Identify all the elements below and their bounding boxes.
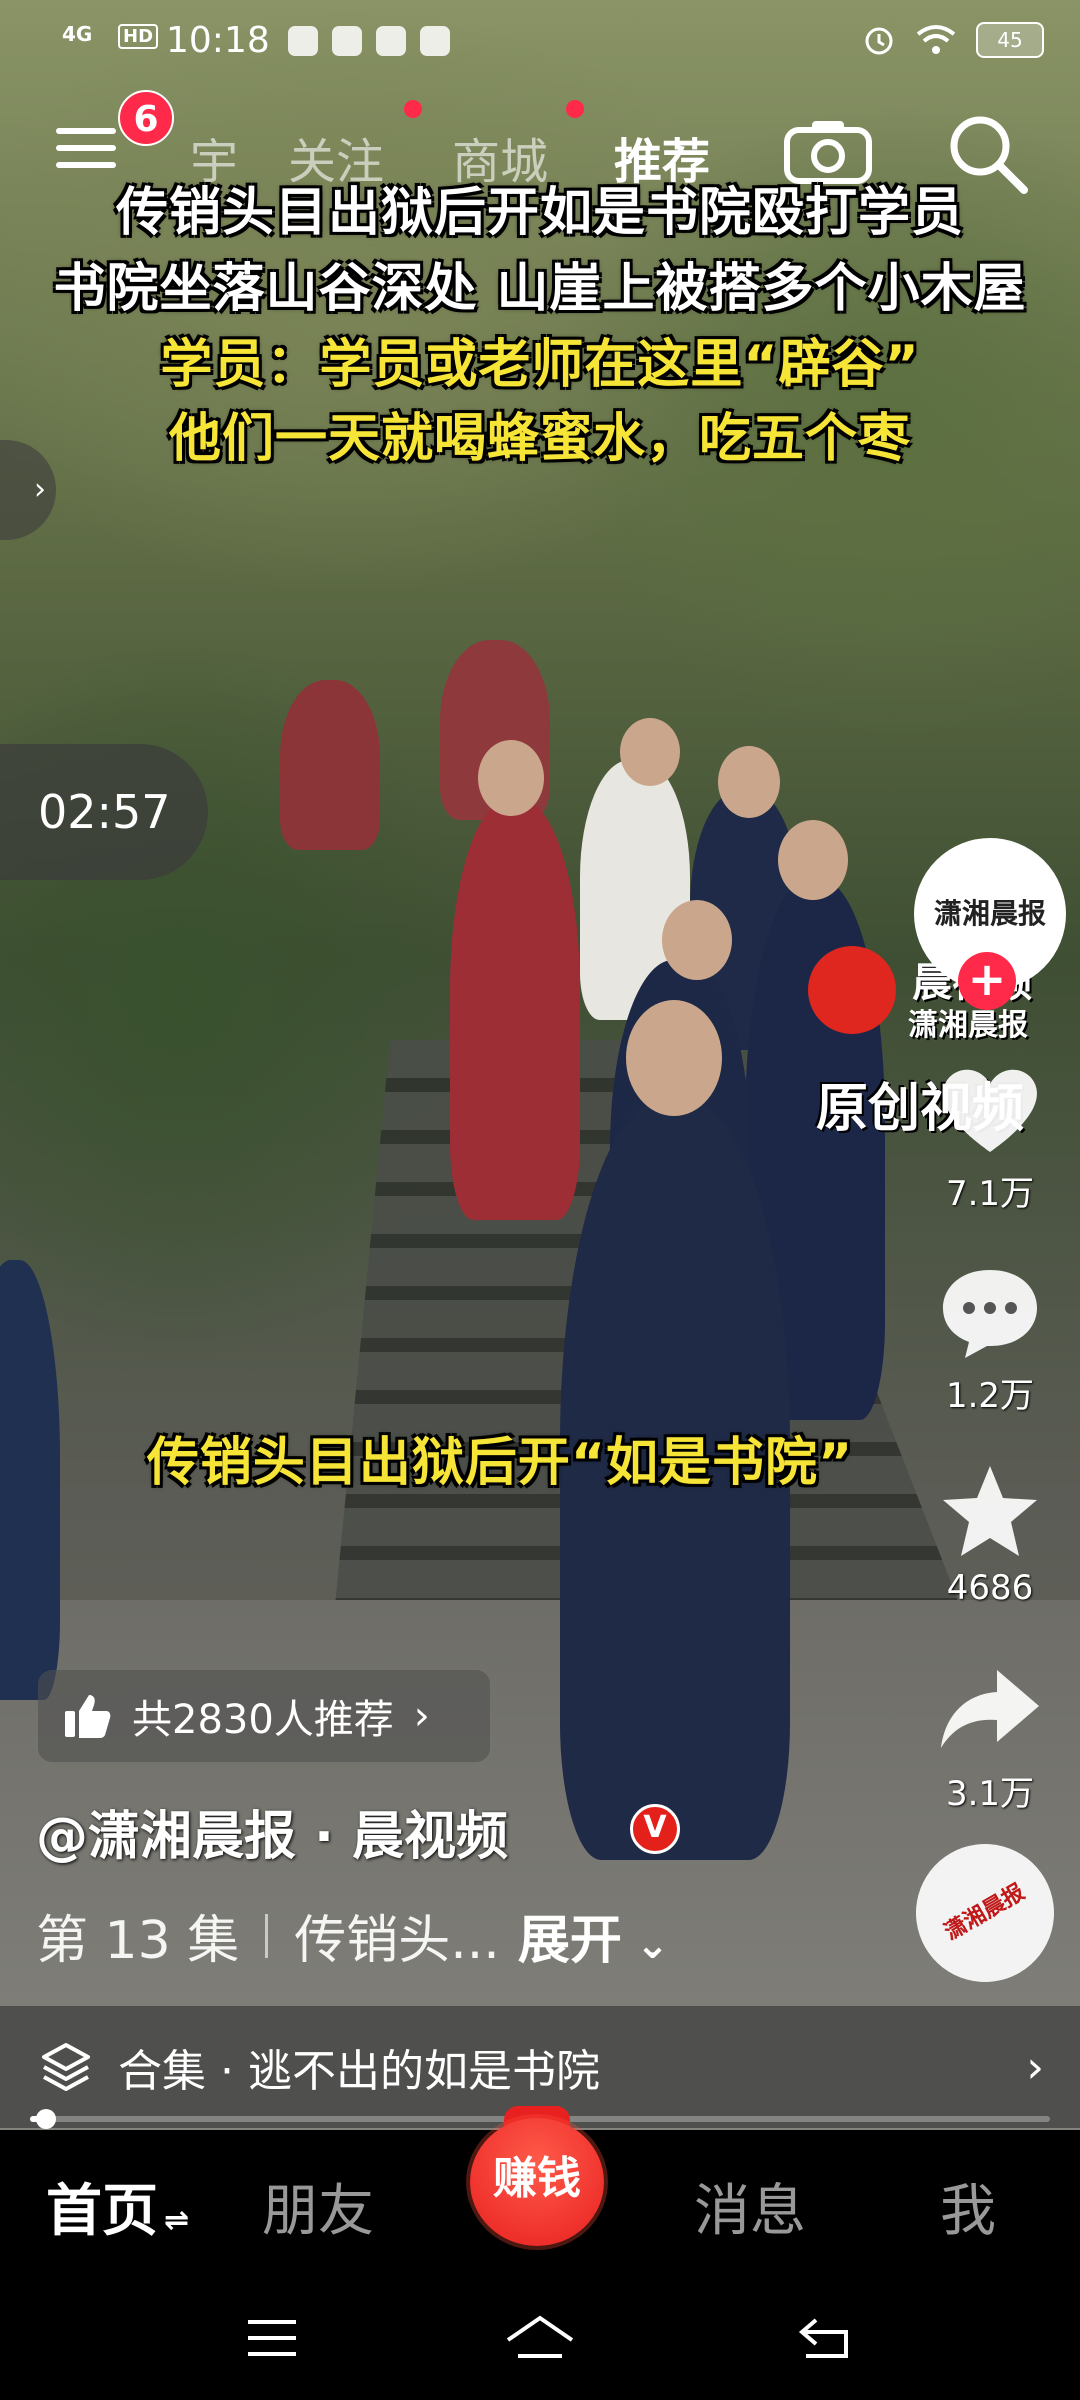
caption-middle: 传销头目出狱后开“如是书院” xyxy=(146,1433,854,1493)
tab-follow-dot xyxy=(404,100,422,118)
chevron-down-icon: ⌄ xyxy=(621,1922,670,1968)
menu-icon[interactable] xyxy=(56,128,116,172)
author-name[interactable]: @潇湘晨报 · 晨视频 xyxy=(36,1794,508,1869)
comment-icon xyxy=(943,1270,1037,1358)
recommend-text: 共2830人推荐 xyxy=(132,1697,394,1743)
comment-count: 1.2万 xyxy=(945,1376,1035,1416)
status-bar: 4G HD 10:18 45 xyxy=(0,0,1080,86)
video-person-head xyxy=(662,900,732,980)
network-indicator: 4G xyxy=(62,22,93,46)
video-duration: 02:57 xyxy=(0,744,208,880)
home-icon[interactable] xyxy=(504,2310,576,2366)
app-icon xyxy=(288,26,318,56)
caption-line-1: 传销头目出狱后开如是书院殴打学员 xyxy=(115,183,964,243)
caption-line-4: 他们一天就喝蜂蜜水，吃五个枣 xyxy=(168,409,911,469)
follow-button[interactable]: + xyxy=(958,952,1016,1010)
tab-mall-dot xyxy=(566,100,584,118)
status-right: 45 xyxy=(862,22,1044,58)
back-icon[interactable] xyxy=(796,2310,856,2366)
favorite-button[interactable]: 4686 xyxy=(920,1462,1060,1608)
heart-icon xyxy=(943,1069,1037,1152)
video-person xyxy=(450,800,580,1220)
share-button[interactable]: 3.1万 xyxy=(920,1660,1060,1815)
app-icon xyxy=(332,26,362,56)
thumbs-up-icon xyxy=(65,1695,111,1738)
video-person-head xyxy=(620,718,680,786)
alarm-icon xyxy=(865,27,893,55)
watermark-subtitle: 潇湘晨报 xyxy=(908,1008,1028,1043)
app-icon xyxy=(420,26,450,56)
verified-badge-icon: V xyxy=(630,1804,680,1854)
like-count: 7.1万 xyxy=(945,1174,1035,1214)
switch-icon: ⇌ xyxy=(164,2203,190,2238)
caption-line-2: 书院坐落山谷深处 山崖上被搭多个小木屋 xyxy=(53,259,1027,319)
earn-button[interactable]: 赚钱 xyxy=(470,2118,604,2246)
video-person-head xyxy=(626,1000,722,1116)
title-preview: 传销头... xyxy=(294,1911,500,1971)
recents-icon[interactable] xyxy=(242,2310,302,2366)
like-button[interactable]: 7.1万 xyxy=(920,1060,1060,1215)
star-icon xyxy=(943,1466,1037,1556)
video-person-head xyxy=(778,820,848,900)
video-person-head xyxy=(478,740,544,816)
favorite-count: 4686 xyxy=(946,1568,1034,1608)
status-time: 10:18 xyxy=(166,20,270,61)
notification-app-icons xyxy=(288,26,450,56)
share-arrow-icon xyxy=(941,1670,1039,1748)
hd-indicator: HD xyxy=(118,24,159,49)
tab-home[interactable]: 首页 ⇌ xyxy=(46,2166,189,2247)
caption-line-3: 学员：学员或老师在这里“辟谷” xyxy=(160,335,920,395)
tab-home-label: 首页 xyxy=(46,2179,158,2244)
expand-label: 展开 xyxy=(517,1911,622,1971)
episode-line[interactable]: 第 13 集 传销头... 展开 ⌄ xyxy=(36,1898,669,1973)
tab-messages[interactable]: 消息 xyxy=(694,2166,806,2247)
chevron-right-icon: › xyxy=(413,1693,430,1739)
divider xyxy=(265,1913,269,1958)
comment-button[interactable]: 1.2万 xyxy=(920,1262,1060,1417)
tab-friends[interactable]: 朋友 xyxy=(262,2166,374,2247)
video-person-head xyxy=(718,746,780,818)
avatar-text: 潇湘晨报 xyxy=(933,897,1046,930)
notification-badge: 6 xyxy=(118,90,174,146)
chevron-right-icon: › xyxy=(1026,2041,1044,2093)
watermark-logo xyxy=(808,946,896,1034)
episode-number: 第 13 集 xyxy=(36,1911,240,1971)
expand-button[interactable]: 展开 ⌄ xyxy=(518,1898,669,1973)
tab-me[interactable]: 我 xyxy=(940,2166,996,2247)
layers-icon xyxy=(42,2043,90,2091)
battery-indicator: 45 xyxy=(976,22,1044,58)
wifi-icon xyxy=(916,25,956,54)
collection-title: 合集 · 逃不出的如是书院 xyxy=(118,2046,600,2097)
share-count: 3.1万 xyxy=(945,1774,1035,1814)
recommend-pill[interactable]: 共2830人推荐 › xyxy=(38,1670,490,1762)
video-person xyxy=(280,680,380,850)
mail-icon xyxy=(376,26,406,56)
